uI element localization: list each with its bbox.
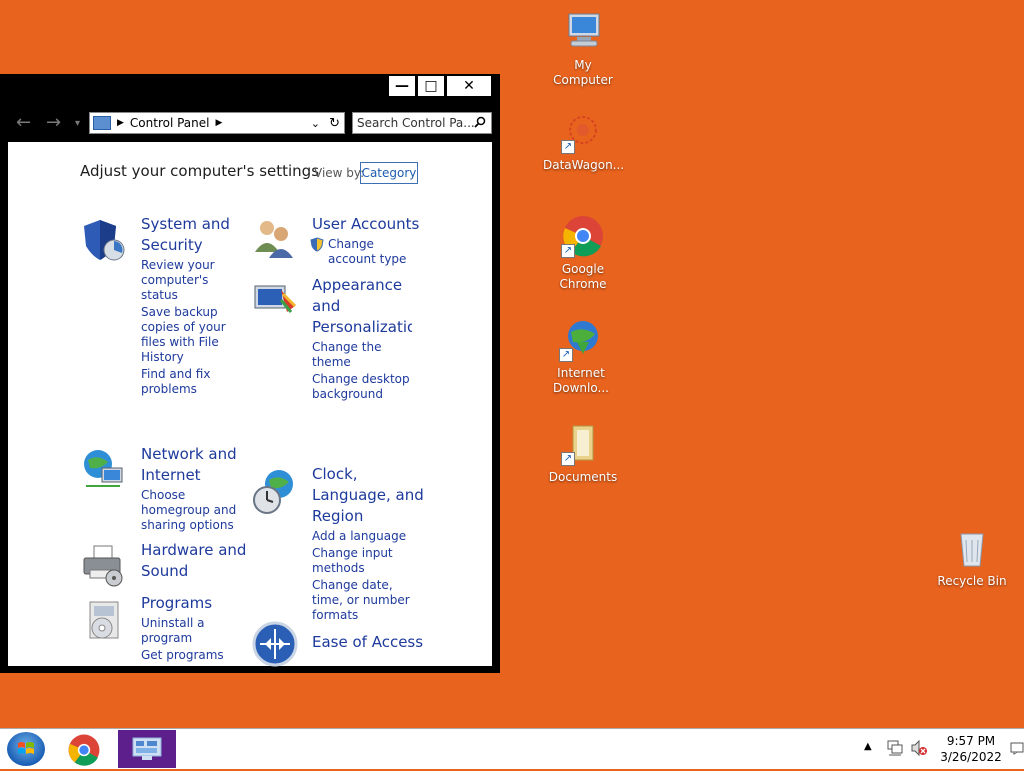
category-link[interactable]: Change date, time, or number formats bbox=[312, 578, 424, 623]
view-by-label: View by: bbox=[314, 166, 365, 180]
folder-icon: ↗ bbox=[561, 422, 605, 466]
control-panel-icon bbox=[132, 737, 162, 760]
category-clock-language-and-region: Clock, Language, and Region Add a langua… bbox=[312, 464, 424, 623]
network-status-icon[interactable] bbox=[886, 739, 904, 757]
desktop-icon-recycle-bin[interactable]: Recycle Bin bbox=[932, 526, 1012, 589]
start-button[interactable] bbox=[7, 732, 45, 766]
category-title[interactable]: User Accounts bbox=[312, 214, 422, 235]
desktop-icon-my-computer[interactable]: My Computer bbox=[543, 10, 623, 88]
desktop-icon-label: My Computer bbox=[553, 58, 613, 87]
search-input[interactable]: Search Control Pa... bbox=[352, 112, 492, 134]
category-hardware-and-sound: Hardware and Sound bbox=[141, 540, 251, 582]
address-bar[interactable]: ▶ Control Panel ▶ ⌄ ↻ bbox=[89, 112, 345, 134]
desktop-icon-google-chrome[interactable]: ↗ Google Chrome bbox=[543, 214, 623, 292]
category-programs: Programs Uninstall a program Get program… bbox=[141, 593, 247, 663]
desktop-icon-label: Internet Downlo... bbox=[553, 366, 609, 395]
refresh-icon[interactable]: ↻ bbox=[329, 116, 340, 131]
page-title: Adjust your computer's settings bbox=[80, 162, 320, 180]
datawagon-icon: ↗ bbox=[561, 110, 605, 154]
search-icon[interactable] bbox=[474, 116, 486, 131]
windows-logo-icon bbox=[18, 742, 34, 754]
view-by-select[interactable]: Category bbox=[360, 162, 418, 184]
shortcut-arrow-icon: ↗ bbox=[561, 244, 575, 258]
desktop-icon-label: Documents bbox=[548, 470, 618, 484]
category-ease-of-access: Ease of Access bbox=[312, 632, 424, 653]
recent-pages-chevron-icon[interactable]: ▾ bbox=[75, 118, 80, 129]
appearance-icon[interactable] bbox=[251, 278, 299, 326]
desktop-icon-documents[interactable]: ↗ Documents bbox=[543, 422, 623, 485]
category-link[interactable]: Change input methods bbox=[312, 546, 424, 576]
forward-arrow-icon[interactable]: → bbox=[46, 112, 61, 133]
desktop-icon-label: Recycle Bin bbox=[937, 574, 1007, 588]
taskbar-chrome-button[interactable] bbox=[67, 733, 101, 767]
category-user-accounts: User Accounts Change account type bbox=[310, 214, 422, 267]
category-link[interactable]: Find and fix problems bbox=[141, 367, 247, 397]
category-link[interactable]: Save backup copies of your files with Fi… bbox=[141, 305, 247, 365]
taskbar-clock[interactable]: 9:57 PM 3/26/2022 bbox=[932, 733, 1010, 765]
printer-icon[interactable] bbox=[80, 542, 128, 590]
desktop-icon-label: Google Chrome bbox=[559, 262, 607, 291]
category-appearance-and-personalization: Appearance and Personalization Change th… bbox=[312, 275, 412, 402]
category-title[interactable]: Clock, Language, and Region bbox=[312, 464, 424, 527]
internet-download-manager-icon: ↗ bbox=[559, 318, 603, 362]
maximize-button[interactable]: □ bbox=[417, 75, 445, 97]
clock-globe-icon[interactable] bbox=[251, 468, 299, 516]
uac-shield-icon bbox=[310, 237, 324, 252]
chrome-icon bbox=[68, 734, 100, 766]
category-link[interactable]: Add a language bbox=[312, 529, 424, 544]
taskbar: ▲ 9:57 PM 3/26/2022 bbox=[0, 728, 1024, 769]
taskbar-control-panel-button[interactable] bbox=[118, 730, 176, 768]
change-account-type-link[interactable]: Change account type bbox=[328, 237, 406, 266]
close-button[interactable]: ✕ bbox=[446, 75, 492, 97]
category-title[interactable]: Appearance and Personalization bbox=[312, 275, 412, 338]
control-panel-window: — □ ✕ ← → ▾ ▶ Control Panel ▶ ⌄ ↻ Search… bbox=[0, 74, 500, 673]
shortcut-arrow-icon: ↗ bbox=[561, 452, 575, 466]
chrome-icon: ↗ bbox=[561, 214, 605, 258]
category-title[interactable]: Ease of Access bbox=[312, 632, 424, 653]
programs-icon[interactable] bbox=[80, 598, 128, 646]
computer-icon bbox=[561, 10, 605, 54]
clock-time: 9:57 PM bbox=[946, 734, 996, 748]
minimize-button[interactable]: — bbox=[388, 75, 416, 97]
category-title[interactable]: Network and Internet bbox=[141, 444, 247, 486]
category-link: Change account type bbox=[310, 237, 422, 267]
clock-date: 3/26/2022 bbox=[940, 750, 1002, 764]
back-arrow-icon[interactable]: ← bbox=[16, 112, 31, 133]
shortcut-arrow-icon: ↗ bbox=[561, 140, 575, 154]
search-placeholder: Search Control Pa... bbox=[357, 116, 474, 130]
ease-of-access-icon[interactable] bbox=[251, 620, 299, 668]
user-accounts-icon[interactable] bbox=[251, 214, 299, 262]
notification-icon bbox=[1010, 742, 1024, 755]
shield-icon[interactable] bbox=[80, 216, 128, 264]
category-network-and-internet: Network and Internet Choose homegroup an… bbox=[141, 444, 247, 533]
show-desktop-button[interactable] bbox=[1010, 729, 1024, 769]
show-hidden-icons-button[interactable]: ▲ bbox=[864, 741, 872, 752]
breadcrumb-separator-icon[interactable]: ▶ bbox=[216, 118, 223, 128]
category-link[interactable]: Uninstall a program bbox=[141, 616, 247, 646]
category-title[interactable]: Programs bbox=[141, 593, 247, 614]
desktop-icon-internet-download-manager[interactable]: ↗ Internet Downlo... bbox=[541, 318, 621, 396]
category-link[interactable]: Review your computer's status bbox=[141, 258, 247, 303]
category-title[interactable]: Hardware and Sound bbox=[141, 540, 251, 582]
breadcrumb-separator-icon: ▶ bbox=[117, 118, 124, 128]
network-icon[interactable] bbox=[80, 446, 128, 494]
control-panel-icon bbox=[93, 116, 111, 130]
address-dropdown-icon[interactable]: ⌄ bbox=[311, 117, 320, 130]
category-link[interactable]: Change the theme bbox=[312, 340, 412, 370]
category-title[interactable]: System and Security bbox=[141, 214, 247, 256]
recycle-bin-icon bbox=[950, 526, 994, 570]
category-link[interactable]: Choose homegroup and sharing options bbox=[141, 488, 247, 533]
category-link[interactable]: Get programs bbox=[141, 648, 247, 663]
desktop-icon-label: DataWagon... bbox=[543, 158, 625, 172]
desktop-icon-datawagon[interactable]: ↗ DataWagon... bbox=[543, 110, 625, 173]
volume-muted-icon[interactable] bbox=[910, 739, 928, 757]
category-system-and-security: System and Security Review your computer… bbox=[141, 214, 247, 397]
category-link[interactable]: Change desktop background bbox=[312, 372, 412, 402]
breadcrumb-control-panel[interactable]: Control Panel bbox=[130, 116, 210, 130]
control-panel-content: Adjust your computer's settings View by:… bbox=[8, 142, 492, 668]
shortcut-arrow-icon: ↗ bbox=[559, 348, 573, 362]
window-controls: — □ ✕ bbox=[387, 75, 492, 97]
